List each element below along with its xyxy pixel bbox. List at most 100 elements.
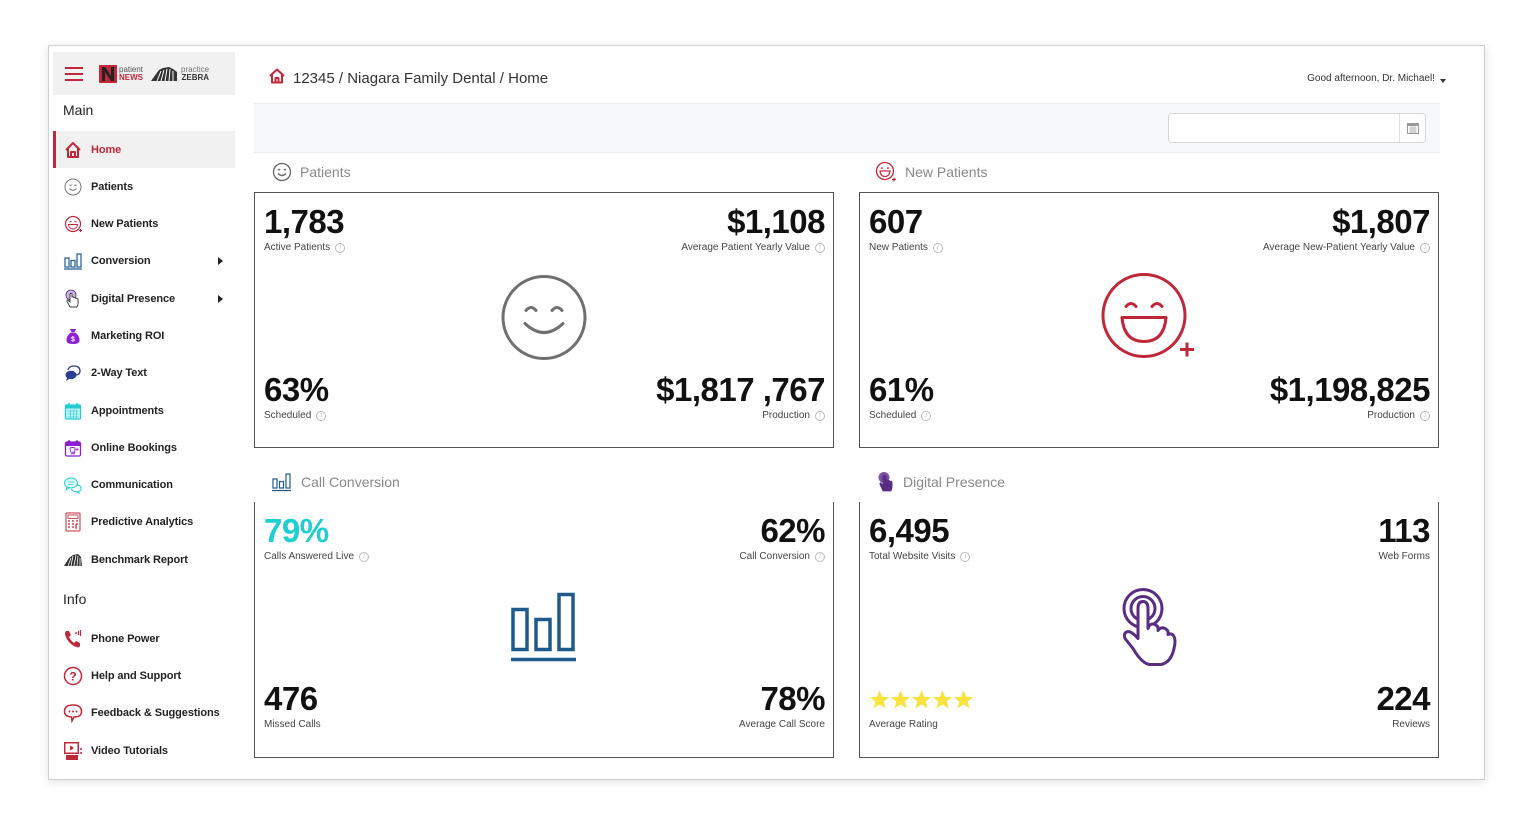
sidebar-item-label: Feedback & Suggestions bbox=[91, 706, 220, 719]
calendar-icon bbox=[1406, 123, 1419, 134]
sidebar-item-label: Phone Power bbox=[91, 632, 160, 645]
caret-right-icon bbox=[218, 256, 223, 265]
info-icon[interactable]: i bbox=[921, 410, 932, 421]
avg-patient-yearly-value-metric: $1,108 Average Patient Yearly Value i bbox=[681, 203, 825, 254]
sidebar-item-digital-presence[interactable]: Digital Presence bbox=[53, 280, 235, 317]
sidebar-item-communication[interactable]: Communication bbox=[53, 466, 235, 503]
patients-card: 1,783 Active Patients i $1,108 Average Pa… bbox=[254, 192, 834, 448]
bar-chart-icon bbox=[510, 591, 578, 668]
sidebar-item-label: Appointments bbox=[91, 404, 164, 417]
sidebar-item-label: Marketing ROI bbox=[91, 329, 165, 342]
total-website-visits-metric: 6,495 Total Website Visits i bbox=[869, 514, 971, 562]
smiley-icon bbox=[272, 162, 292, 182]
app-window: patient NEWS practice ZEBRA Main Home Pa… bbox=[48, 45, 1485, 780]
new-patients-card: 607 New Patients i $1,807 Average New-Pat… bbox=[859, 192, 1439, 448]
sidebar-item-home[interactable]: Home bbox=[53, 131, 235, 168]
sidebar-item-label: Patients bbox=[91, 180, 133, 193]
svg-text:?: ? bbox=[69, 669, 76, 683]
calls-answered-live-metric: 79% Calls Answered Live i bbox=[264, 514, 370, 562]
sidebar-item-online-bookings[interactable]: Online Bookings bbox=[53, 429, 235, 466]
info-icon[interactable]: i bbox=[1420, 410, 1430, 421]
calendar-icon bbox=[63, 401, 83, 421]
brand-bar: patient NEWS practice ZEBRA bbox=[53, 52, 235, 95]
active-patients-metric: 1,783 Active Patients i bbox=[264, 203, 346, 253]
laughing-face-plus-icon bbox=[63, 214, 83, 234]
average-call-score-metric: 78% Average Call Score bbox=[739, 680, 825, 731]
info-icon[interactable]: i bbox=[932, 242, 943, 253]
scheduled-metric: 61% Scheduled i bbox=[869, 371, 934, 422]
smiley-icon bbox=[63, 177, 83, 197]
sidebar-item-label: Help and Support bbox=[91, 669, 182, 682]
smiley-icon bbox=[500, 274, 588, 367]
sidebar-item-label: Digital Presence bbox=[91, 292, 175, 305]
info-icon[interactable]: i bbox=[815, 242, 825, 253]
average-rating-metric: Average Rating bbox=[869, 682, 974, 730]
patient-news-logo-icon bbox=[99, 64, 117, 83]
reviews-metric: 224 Reviews bbox=[1376, 680, 1430, 731]
info-icon[interactable]: i bbox=[1420, 242, 1430, 253]
sidebar-item-predictive-analytics[interactable]: Predictive Analytics bbox=[53, 503, 235, 540]
touch-hand-icon bbox=[63, 289, 83, 309]
info-icon[interactable]: i bbox=[960, 551, 971, 562]
sidebar-item-label: 2-Way Text bbox=[91, 366, 147, 379]
filter-bar bbox=[254, 103, 1440, 153]
call-conversion-metric: 62% Call Conversion i bbox=[739, 512, 825, 563]
video-play-icon bbox=[63, 741, 83, 761]
star-icon bbox=[932, 689, 953, 708]
info-icon[interactable]: i bbox=[815, 551, 825, 562]
touch-hand-icon bbox=[1119, 586, 1179, 673]
caret-down-icon bbox=[1440, 78, 1446, 83]
bar-chart-icon bbox=[63, 251, 83, 271]
sidebar-item-marketing-roi[interactable]: $ Marketing ROI bbox=[53, 317, 235, 354]
question-circle-icon: ? bbox=[63, 666, 83, 686]
user-menu[interactable]: Good afternoon, Dr. Michael! bbox=[1307, 73, 1446, 84]
digital-presence-card: 6,495 Total Website Visits i 113 Web Form… bbox=[859, 502, 1439, 758]
sidebar-item-label: Conversion bbox=[91, 254, 151, 267]
avg-new-patient-yearly-value-metric: $1,807 Average New-Patient Yearly Value i bbox=[1263, 203, 1430, 254]
date-range-input[interactable] bbox=[1169, 114, 1399, 142]
sidebar-item-video-tutorials[interactable]: Video Tutorials bbox=[53, 732, 235, 769]
calendar-tooth-icon bbox=[63, 438, 83, 458]
svg-text:$: $ bbox=[71, 336, 75, 343]
star-icon bbox=[953, 689, 974, 708]
home-icon[interactable] bbox=[269, 68, 285, 89]
call-conversion-card: 79% Calls Answered Live i 62% Call Conver… bbox=[254, 502, 834, 758]
chat-bubbles-icon bbox=[63, 363, 83, 383]
sidebar-item-appointments[interactable]: Appointments bbox=[53, 392, 235, 429]
phone-icon bbox=[63, 629, 83, 649]
sidebar-item-new-patients[interactable]: New Patients bbox=[53, 205, 235, 242]
sidebar: patient NEWS practice ZEBRA Main Home Pa… bbox=[53, 52, 235, 777]
card-title-digital-presence: Digital Presence bbox=[877, 471, 1005, 493]
sidebar-item-label: Home bbox=[91, 143, 122, 156]
new-patients-metric: 607 New Patients i bbox=[869, 205, 943, 253]
card-title-new-patients: New Patients bbox=[875, 161, 987, 183]
section-heading-info: Info bbox=[63, 591, 87, 607]
sidebar-item-2-way-text[interactable]: 2-Way Text bbox=[53, 354, 235, 391]
logo: patient NEWS practice ZEBRA bbox=[99, 64, 209, 83]
info-icon[interactable]: i bbox=[335, 242, 346, 253]
sidebar-item-feedback-and-suggestions[interactable]: Feedback & Suggestions bbox=[53, 694, 235, 731]
sidebar-item-label: Communication bbox=[91, 478, 173, 491]
star-icon bbox=[890, 689, 911, 708]
star-icon bbox=[869, 689, 890, 708]
hamburger-menu-icon[interactable] bbox=[65, 66, 83, 81]
info-icon[interactable]: i bbox=[359, 551, 370, 562]
sidebar-item-label: Benchmark Report bbox=[91, 553, 188, 566]
greeting-text: Good afternoon, Dr. Michael! bbox=[1307, 73, 1435, 84]
calculator-icon bbox=[63, 512, 83, 532]
sidebar-item-conversion[interactable]: Conversion bbox=[53, 242, 235, 279]
calendar-button[interactable] bbox=[1399, 114, 1425, 142]
sidebar-item-patients[interactable]: Patients bbox=[53, 168, 235, 205]
scheduled-metric: 63% Scheduled i bbox=[264, 371, 329, 422]
laughing-face-plus-icon bbox=[1100, 272, 1210, 369]
star-rating bbox=[869, 682, 974, 716]
sidebar-item-label: New Patients bbox=[91, 217, 159, 230]
info-icon[interactable]: i bbox=[815, 410, 825, 421]
breadcrumb: 12345 / Niagara Family Dental / Home bbox=[269, 68, 548, 89]
laughing-face-plus-icon bbox=[875, 161, 896, 182]
sidebar-item-label: Predictive Analytics bbox=[91, 515, 194, 528]
info-icon[interactable]: i bbox=[316, 410, 327, 421]
sidebar-item-benchmark-report[interactable]: Benchmark Report bbox=[53, 541, 235, 578]
sidebar-item-help-and-support[interactable]: ? Help and Support bbox=[53, 657, 235, 694]
sidebar-item-phone-power[interactable]: Phone Power bbox=[53, 620, 235, 657]
